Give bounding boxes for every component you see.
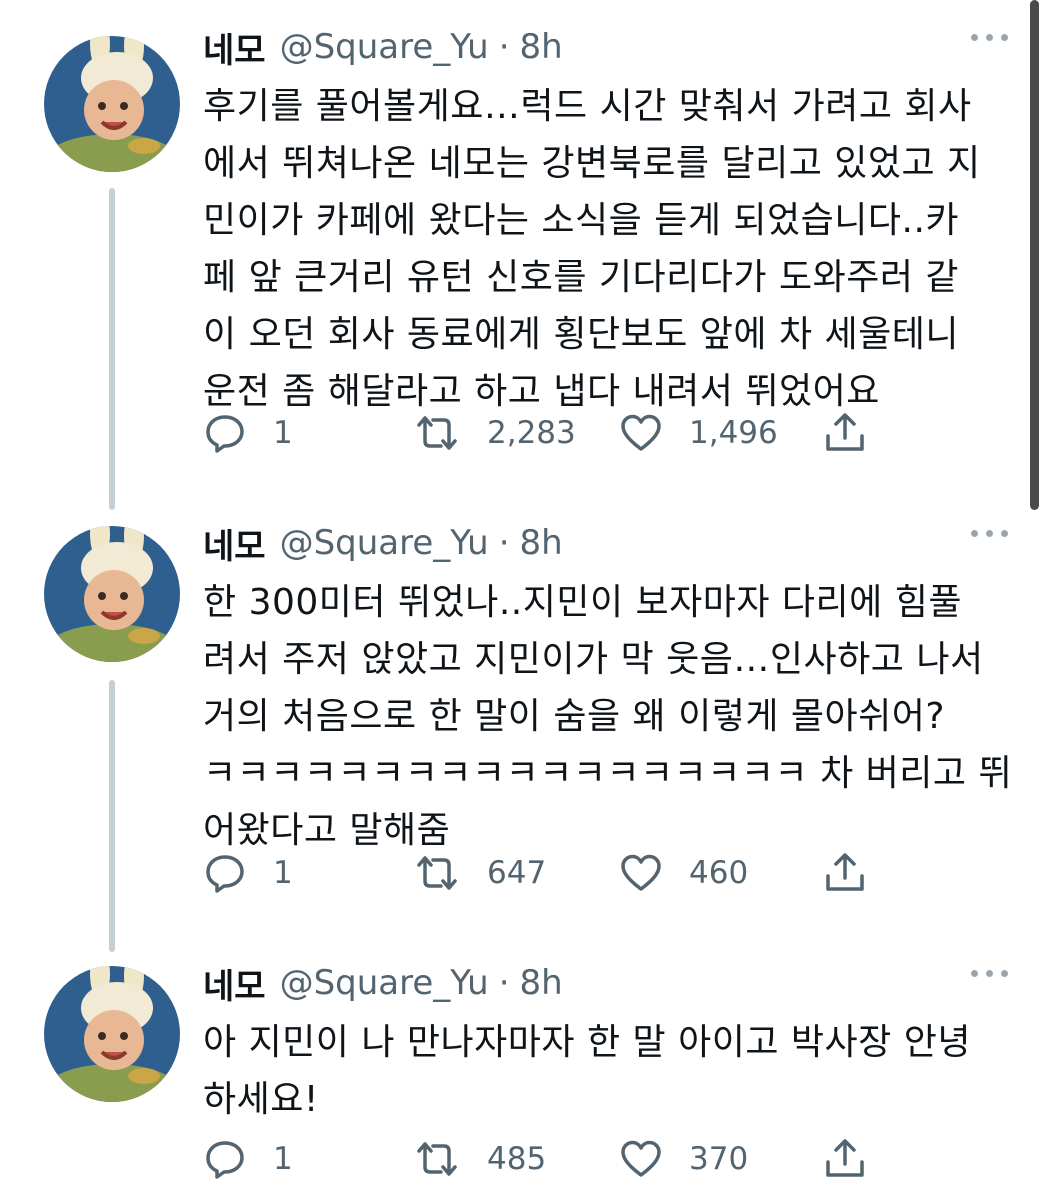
tweet-text-line: 거의 처음으로 한 말이 숨을 왜 이렇게 몰아쉬어? xyxy=(203,696,945,737)
like-icon xyxy=(619,851,663,895)
tweet-text-line: 한 300미터 뛰었나..지민이 보자마자 다리에 힘풀 xyxy=(203,582,962,623)
avatar[interactable] xyxy=(44,966,180,1102)
share-icon xyxy=(823,411,867,455)
separator: · xyxy=(498,523,510,563)
retweet-icon xyxy=(413,1137,461,1181)
tweet-text-line: 하세요! xyxy=(203,1079,319,1120)
reply-count: 1 xyxy=(273,855,293,891)
avatar[interactable] xyxy=(44,36,180,172)
tweet[interactable]: 네모 @Square_Yu · 8h 후기를 풀어볼게요…럭드 시간 맞춰서 가… xyxy=(0,22,1048,482)
retweet-button[interactable]: 647 xyxy=(413,848,546,898)
more-icon[interactable] xyxy=(971,530,1008,537)
tweet-text-line: 후기를 풀어볼게요…럭드 시간 맞춰서 가려고 회사 xyxy=(203,86,972,127)
reply-icon xyxy=(203,1137,247,1181)
retweet-button[interactable]: 485 xyxy=(413,1134,546,1184)
retweet-icon xyxy=(413,851,461,895)
more-icon[interactable] xyxy=(971,970,1008,977)
tweet-text-line: 에서 뛰쳐나온 네모는 강변북로를 달리고 있었고 지 xyxy=(203,143,981,184)
retweet-count: 2,283 xyxy=(487,415,576,451)
tweet[interactable]: 네모 @Square_Yu · 8h 한 300미터 뛰었나..지민이 보자마자… xyxy=(0,518,1048,918)
retweet-count: 647 xyxy=(487,855,547,891)
reply-icon xyxy=(203,411,247,455)
like-button[interactable]: 1,496 xyxy=(619,408,778,458)
display-name[interactable]: 네모 xyxy=(203,23,266,72)
share-icon xyxy=(823,1137,867,1181)
share-button[interactable] xyxy=(823,1134,867,1184)
more-icon[interactable] xyxy=(971,34,1008,41)
reply-count: 1 xyxy=(273,1141,293,1177)
avatar[interactable] xyxy=(44,526,180,662)
share-button[interactable] xyxy=(823,408,867,458)
tweet-header: 네모 @Square_Yu · 8h xyxy=(203,518,563,568)
like-count: 370 xyxy=(689,1141,749,1177)
handle[interactable]: @Square_Yu xyxy=(280,523,489,563)
like-icon xyxy=(619,411,663,455)
retweet-icon xyxy=(413,411,461,455)
like-count: 1,496 xyxy=(689,415,778,451)
tweet-text: 한 300미터 뛰었나..지민이 보자마자 다리에 힘풀 려서 주저 앉았고 지… xyxy=(203,574,1013,859)
tweet-text: 후기를 풀어볼게요…럭드 시간 맞춰서 가려고 회사 에서 뛰쳐나온 네모는 강… xyxy=(203,78,1003,420)
reply-button[interactable]: 1 xyxy=(203,1134,293,1184)
handle[interactable]: @Square_Yu xyxy=(280,27,489,67)
separator: · xyxy=(498,27,510,67)
display-name[interactable]: 네모 xyxy=(203,519,266,568)
reply-count: 1 xyxy=(273,415,293,451)
handle[interactable]: @Square_Yu xyxy=(280,963,489,1003)
tweet-actions: 1 485 370 xyxy=(203,1134,903,1184)
tweet-text-line: 페 앞 큰거리 유턴 신호를 기다리다가 도와주러 같 xyxy=(203,257,960,298)
like-button[interactable]: 370 xyxy=(619,1134,748,1184)
tweet[interactable]: 네모 @Square_Yu · 8h 아 지민이 나 만나자마자 한 말 아이고… xyxy=(0,958,1048,1200)
reply-button[interactable]: 1 xyxy=(203,848,293,898)
tweet-text-line: 이 오던 회사 동료에게 횡단보도 앞에 차 세울테니 xyxy=(203,314,960,355)
tweet-header: 네모 @Square_Yu · 8h xyxy=(203,958,563,1008)
reply-icon xyxy=(203,851,247,895)
timestamp[interactable]: 8h xyxy=(520,523,563,563)
like-button[interactable]: 460 xyxy=(619,848,748,898)
tweet-text-line: 민이가 카페에 왔다는 소식을 듣게 되었습니다..카 xyxy=(203,200,960,241)
timestamp[interactable]: 8h xyxy=(520,963,563,1003)
tweet-text-line: 아 지민이 나 만나자마자 한 말 아이고 박사장 안녕 xyxy=(203,1022,971,1063)
tweet-text-line: 려서 주저 앉았고 지민이가 막 웃음…인사하고 나서 xyxy=(203,639,984,680)
like-count: 460 xyxy=(689,855,749,891)
like-icon xyxy=(619,1137,663,1181)
tweet-text-line: ㅋㅋㅋㅋㅋㅋㅋㅋㅋㅋㅋㅋㅋㅋㅋㅋㅋㅋ 차 버리고 뛰 xyxy=(203,753,1013,794)
retweet-button[interactable]: 2,283 xyxy=(413,408,576,458)
retweet-count: 485 xyxy=(487,1141,547,1177)
tweet-text: 아 지민이 나 만나자마자 한 말 아이고 박사장 안녕 하세요! xyxy=(203,1014,1003,1128)
reply-button[interactable]: 1 xyxy=(203,408,293,458)
display-name[interactable]: 네모 xyxy=(203,959,266,1008)
share-icon xyxy=(823,851,867,895)
timestamp[interactable]: 8h xyxy=(520,27,563,67)
share-button[interactable] xyxy=(823,848,867,898)
tweet-actions: 1 2,283 1,496 xyxy=(203,408,903,458)
tweet-actions: 1 647 460 xyxy=(203,848,903,898)
separator: · xyxy=(498,963,510,1003)
tweet-header: 네모 @Square_Yu · 8h xyxy=(203,22,563,72)
